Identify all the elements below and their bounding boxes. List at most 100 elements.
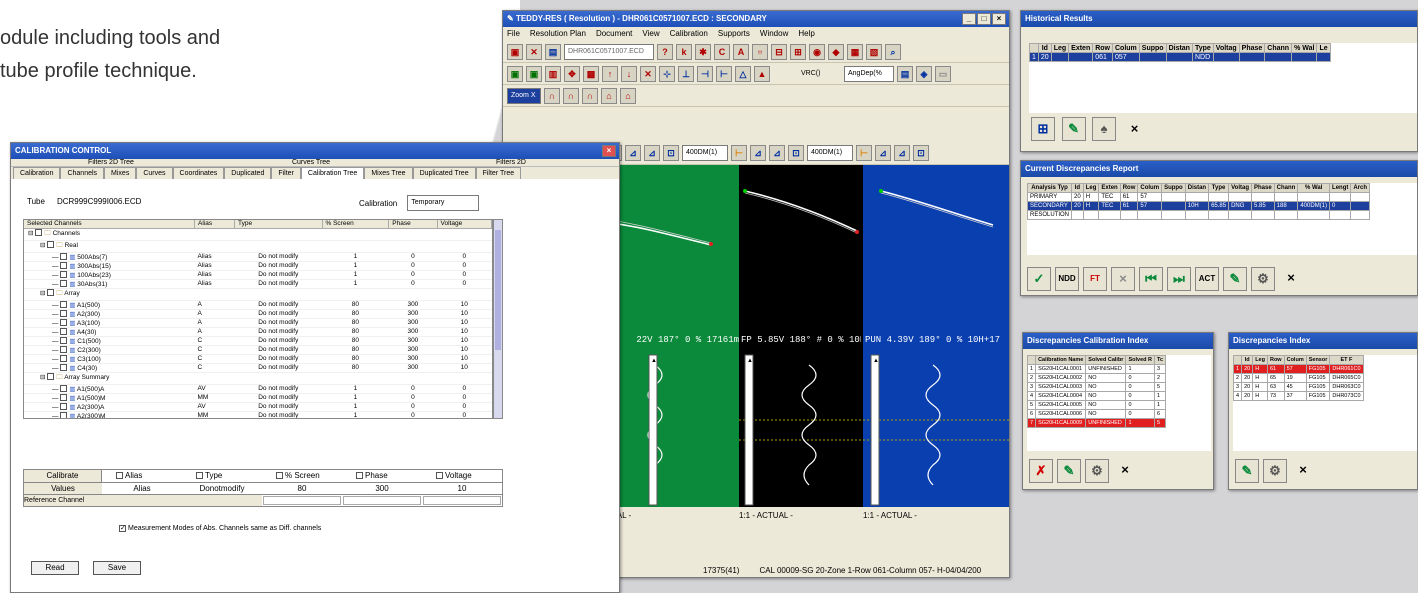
node-checkbox[interactable] xyxy=(60,271,68,279)
table-row[interactable]: 7 SG20H1CAL0009 UNFINISHED 1 5 xyxy=(1027,418,1167,428)
menu-item[interactable]: Resolution Plan xyxy=(530,27,586,41)
clear-icon[interactable]: ✗ xyxy=(1029,459,1053,483)
alias-check[interactable]: Alias xyxy=(102,470,182,482)
edit-icon[interactable]: ✎ xyxy=(1061,117,1086,141)
column-header[interactable]: Colum xyxy=(1283,355,1307,365)
tree-column-header[interactable]: % Screen xyxy=(322,220,390,229)
column-header[interactable]: Id xyxy=(1071,183,1084,193)
column-header[interactable]: Exten xyxy=(1068,43,1094,53)
up-arrow-icon[interactable]: ↑ xyxy=(602,65,618,82)
tool-icon-2[interactable]: C xyxy=(714,43,730,60)
house-icon-2[interactable]: ⌂ xyxy=(620,87,636,104)
close-x-icon-4[interactable]: × xyxy=(1291,459,1315,483)
tree-column-header[interactable]: Selected Channels xyxy=(24,220,196,229)
tool-icon-1[interactable]: ✱ xyxy=(695,43,711,60)
column-header[interactable]: Distan xyxy=(1165,43,1193,53)
node-checkbox[interactable] xyxy=(60,385,68,393)
edit-icon-2[interactable]: ✎ xyxy=(1223,267,1247,291)
menu-item[interactable]: View xyxy=(642,27,659,41)
phase-check[interactable]: Phase xyxy=(342,470,422,482)
type-check[interactable]: Type xyxy=(182,470,262,482)
ref-channel-slot-3[interactable] xyxy=(423,496,501,505)
tree-node[interactable]: — ▥ 30Abs(31) xyxy=(24,279,195,289)
menu-item[interactable]: File xyxy=(507,27,520,41)
table-row[interactable]: PRIMARY 20 H TEC 61 57 xyxy=(1027,192,1371,202)
close-x-icon-3[interactable]: × xyxy=(1113,459,1137,483)
channel-plot-1[interactable]: ▲ 22V 187° 0 % 17161m xyxy=(610,165,739,507)
column-header[interactable]: Suppo xyxy=(1138,43,1167,53)
tree-row[interactable]: — ▥ 300Abs(15) Alias Do not modify 1 0 0 xyxy=(24,261,492,271)
node-checkbox[interactable] xyxy=(60,301,68,309)
tool-icon-15[interactable]: ▩ xyxy=(583,65,599,82)
tree-node[interactable]: ⊟ 🗀 Array Summary xyxy=(24,372,195,385)
column-header[interactable]: Row xyxy=(1119,183,1139,193)
node-checkbox[interactable] xyxy=(47,289,55,297)
ndd-button[interactable]: NDD xyxy=(1055,267,1079,291)
tree-row[interactable]: ⊟ 🗀 Array xyxy=(24,288,492,301)
column-header[interactable]: Voltag xyxy=(1212,43,1240,53)
tree-column-header[interactable]: Phase xyxy=(388,220,438,229)
column-header[interactable]: Colum xyxy=(1112,43,1140,53)
column-header[interactable]: Row xyxy=(1266,355,1285,365)
tab-channels[interactable]: Channels xyxy=(60,167,105,179)
calibrate-button[interactable]: Calibrate xyxy=(24,470,102,482)
settings-icon-3[interactable]: ⚙ xyxy=(1263,459,1287,483)
tree-node[interactable]: ⊟ 🗀 Array xyxy=(24,288,195,301)
tool-icon-9[interactable]: ▦ xyxy=(847,43,863,60)
column-header[interactable]: Suppo xyxy=(1161,183,1186,193)
tool-icon-13[interactable]: ▥ xyxy=(545,65,561,82)
column-header[interactable]: Lengt xyxy=(1329,183,1352,193)
ft-button[interactable]: FT xyxy=(1083,267,1107,291)
tool-icon-7[interactable]: ◉ xyxy=(809,43,825,60)
tool-icon-14[interactable]: ✥ xyxy=(564,65,580,82)
channel-icon-2d[interactable]: ⊡ xyxy=(788,144,804,161)
tool-icon-17[interactable]: ⊥ xyxy=(678,65,694,82)
menu-item[interactable]: Calibration xyxy=(670,27,708,41)
tree-row[interactable]: — ▥ 30Abs(31) Alias Do not modify 1 0 0 xyxy=(24,279,492,289)
column-header[interactable]: Id xyxy=(1241,355,1254,365)
table-row[interactable]: RESOLUTION xyxy=(1027,210,1371,220)
node-checkbox[interactable] xyxy=(47,241,55,249)
tree-row[interactable]: — ▥ C2(300) C Do not modify 80 300 10 xyxy=(24,345,492,355)
column-header[interactable]: Type xyxy=(1191,43,1214,53)
down-arrow-icon[interactable]: ↓ xyxy=(621,65,637,82)
tree-row[interactable]: — ▥ A1(500) A Do not modify 80 300 10 xyxy=(24,300,492,310)
table-row[interactable]: 1 SG20H1CAL0001 UNFINISHED 1 3 xyxy=(1027,364,1167,374)
file-combo[interactable]: DHR061C0571007.ECD xyxy=(564,43,654,60)
channel-icon-2c[interactable]: ⊿ xyxy=(769,144,785,161)
measurement-row[interactable]: ✓ Measurement Modes of Abs. Channels sam… xyxy=(119,525,321,532)
tree-row[interactable]: — ▥ C3(100) C Do not modify 80 300 10 xyxy=(24,354,492,364)
table-row[interactable]: 4 SG20H1CAL0004 NO 0 1 xyxy=(1027,391,1167,401)
column-header[interactable]: Analysis Typ xyxy=(1027,183,1073,193)
column-header[interactable]: Solved Calibr xyxy=(1085,355,1127,365)
tree-node[interactable]: — ▥ C3(100) xyxy=(24,354,195,364)
tab-calibration[interactable]: Calibration xyxy=(13,167,61,179)
scroll-thumb[interactable] xyxy=(495,230,501,350)
tree-node[interactable]: — ▥ A1(500) xyxy=(24,300,195,310)
tab-duplicated-tree[interactable]: Duplicated Tree xyxy=(412,167,476,179)
tree-row[interactable]: ⊟ 🗀 Channels xyxy=(24,228,492,241)
tab-duplicated[interactable]: Duplicated xyxy=(224,167,272,179)
column-header[interactable]: Chann xyxy=(1273,183,1299,193)
tree-node[interactable]: ⊟ 🗀 Channels xyxy=(24,228,195,241)
print-icon[interactable]: ▤ xyxy=(545,43,561,60)
table-row[interactable]: SECONDARY 20 H TEC 61 57 10H 65.85 DNG 5.85 188 400… xyxy=(1027,201,1371,211)
tool-icon-23[interactable]: ◈ xyxy=(916,65,932,82)
channel-icon-3a[interactable]: ⊢ xyxy=(856,144,872,161)
column-header[interactable]: % Wal xyxy=(1291,43,1318,53)
tool-icon-11[interactable]: ▣ xyxy=(507,65,523,82)
channel-plot-3[interactable]: ▲ PUN 4.39V 189° 0 % 10H+17 xyxy=(863,165,1009,507)
tool-icon-10[interactable]: ▧ xyxy=(866,43,882,60)
value-screen[interactable]: 80 xyxy=(262,483,342,494)
channel-icon-1b[interactable]: ⊿ xyxy=(625,144,641,161)
tab-calibration-tree[interactable]: Calibration Tree xyxy=(300,167,365,179)
value-alias[interactable]: Alias xyxy=(102,483,182,494)
measurement-checkbox[interactable]: ✓ xyxy=(119,525,126,532)
column-header[interactable]: Voltag xyxy=(1228,183,1252,193)
node-checkbox[interactable] xyxy=(60,346,68,354)
tree-column-header[interactable]: Alias xyxy=(194,220,236,229)
column-header[interactable]: Type xyxy=(1208,183,1230,193)
edit-icon-4[interactable]: ✎ xyxy=(1235,459,1259,483)
tool-icon-19[interactable]: ⊢ xyxy=(716,65,732,82)
column-header[interactable]: Calibration Name xyxy=(1035,355,1087,365)
